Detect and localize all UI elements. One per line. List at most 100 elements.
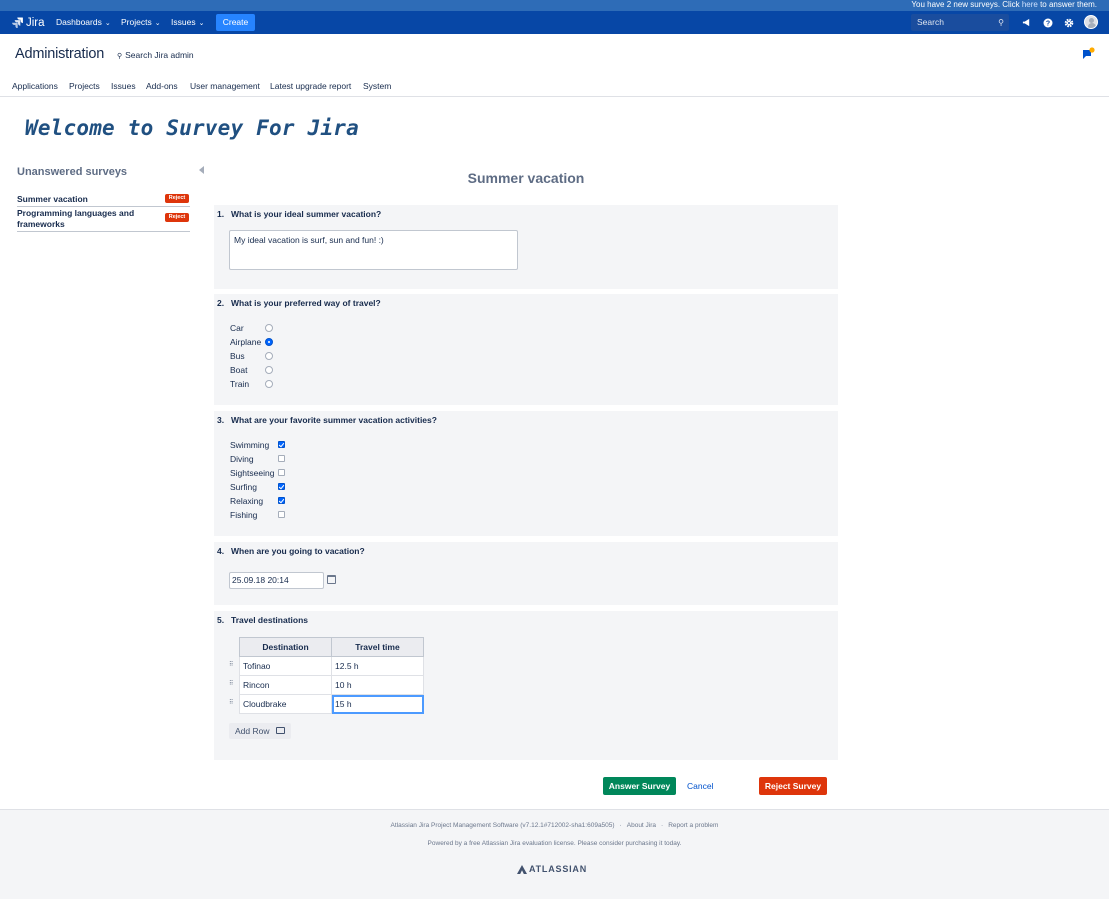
question-number: 2. xyxy=(217,298,225,308)
column-header-destination: Destination xyxy=(239,637,332,657)
search-placeholder: Search xyxy=(917,17,944,27)
help-icon-svg: ? xyxy=(1043,18,1052,27)
question-number: 1. xyxy=(217,209,225,219)
question-3: 3. What are your favorite summer vacation… xyxy=(214,411,838,536)
footer-about[interactable]: About Jira xyxy=(627,822,656,829)
calendar-icon[interactable] xyxy=(327,575,336,584)
announcement-bar: You have 2 new surveys. Click here to an… xyxy=(0,0,1109,11)
jira-logo[interactable]: Jira xyxy=(12,16,45,29)
question-text: What are your favorite summer vacation a… xyxy=(231,415,437,425)
checkbox-label-swimming: Swimming xyxy=(230,440,270,450)
search-icon: ⚲ xyxy=(117,53,123,60)
tab-user-management[interactable]: User management xyxy=(190,81,260,91)
radio-label-car: Car xyxy=(230,323,244,333)
question-title: 1. What is your ideal summer vacation? xyxy=(217,209,381,219)
svg-text:?: ? xyxy=(1045,20,1049,27)
radio-label-train: Train xyxy=(230,379,250,389)
nav-projects-label: Projects xyxy=(121,17,152,27)
cell-destination[interactable]: Rincon xyxy=(239,675,332,695)
reject-badge[interactable]: Reject xyxy=(165,213,189,222)
jira-logo-text: Jira xyxy=(26,16,45,29)
destinations-table: Destination Travel time Tofinao 12.5 h R… xyxy=(239,637,424,714)
radio-airplane[interactable] xyxy=(265,338,273,346)
cell-destination[interactable]: Tofinao xyxy=(239,656,332,676)
radio-car[interactable] xyxy=(265,324,273,332)
tab-system[interactable]: System xyxy=(363,81,391,91)
radio-bus[interactable] xyxy=(265,352,273,360)
cell-travel-time[interactable]: 10 h xyxy=(331,675,424,695)
nav-dashboards[interactable]: Dashboards ⌄ xyxy=(56,11,111,34)
checkbox-sightseeing[interactable] xyxy=(278,469,285,476)
checkbox-label-relaxing: Relaxing xyxy=(230,496,264,506)
sidebar-item-label: Summer vacation xyxy=(17,194,88,204)
gear-icon[interactable] xyxy=(1062,16,1075,29)
sidebar-item-programming-languages[interactable]: Programming languages and frameworks Rej… xyxy=(17,208,190,232)
drag-handle-icon[interactable]: ⠿ xyxy=(229,680,233,687)
column-header-travel-time: Travel time xyxy=(331,637,424,657)
tab-add-ons[interactable]: Add-ons xyxy=(146,81,178,91)
reject-survey-button[interactable]: Reject Survey xyxy=(759,777,827,795)
create-button[interactable]: Create xyxy=(216,14,255,31)
admin-search-link[interactable]: ⚲ Search Jira admin xyxy=(117,50,194,60)
question-title: 3. What are your favorite summer vacation… xyxy=(217,415,437,425)
table-row: Rincon 10 h xyxy=(239,675,424,695)
chevron-down-icon: ⌄ xyxy=(198,20,205,27)
tab-projects[interactable]: Projects xyxy=(69,81,100,91)
checkbox-label-diving: Diving xyxy=(230,454,254,464)
drag-handle-icon[interactable]: ⠿ xyxy=(229,699,233,706)
nav-projects[interactable]: Projects ⌄ xyxy=(121,11,161,34)
megaphone-icon[interactable] xyxy=(1020,16,1033,29)
announcement-link[interactable]: here xyxy=(1022,0,1038,9)
tab-applications[interactable]: Applications xyxy=(12,81,58,91)
question-1: 1. What is your ideal summer vacation? My… xyxy=(214,205,838,289)
help-icon[interactable]: ? xyxy=(1041,16,1054,29)
chevron-down-icon: ⌄ xyxy=(154,20,161,27)
avatar[interactable] xyxy=(1084,15,1098,29)
question-4: 4. When are you going to vacation? 25.09.… xyxy=(214,542,838,605)
atlassian-logo[interactable]: ATLASSIAN xyxy=(517,864,587,874)
radio-boat[interactable] xyxy=(265,366,273,374)
cell-travel-time-active[interactable]: 15 h xyxy=(331,694,424,714)
date-input[interactable]: 25.09.18 20:14 xyxy=(229,572,324,589)
footer-license: Powered by a free Atlassian Jira evaluat… xyxy=(427,840,682,847)
welcome-heading: Welcome to Survey For Jira xyxy=(25,116,359,140)
checkbox-label-surfing: Surfing xyxy=(230,482,257,492)
checkbox-swimming[interactable] xyxy=(278,441,285,448)
sidebar-heading: Unanswered surveys xyxy=(17,166,128,178)
tab-issues[interactable]: Issues xyxy=(111,81,136,91)
jira-logo-icon xyxy=(12,17,23,28)
chat-notification-icon[interactable] xyxy=(1082,47,1095,59)
nav-issues-label: Issues xyxy=(171,17,196,27)
footer-version[interactable]: Atlassian Jira Project Management Softwa… xyxy=(391,822,615,829)
question-text: What is your ideal summer vacation? xyxy=(231,209,382,219)
table-header-row: Destination Travel time xyxy=(239,637,424,657)
checkbox-fishing[interactable] xyxy=(278,511,285,518)
cancel-link[interactable]: Cancel xyxy=(687,781,713,791)
answer-survey-button[interactable]: Answer Survey xyxy=(603,777,676,795)
footer-report[interactable]: Report a problem xyxy=(668,822,718,829)
nav-dashboards-label: Dashboards xyxy=(56,17,102,27)
tab-latest-upgrade-report[interactable]: Latest upgrade report xyxy=(270,81,351,91)
question-text: Travel destinations xyxy=(231,615,308,625)
collapse-sidebar-icon[interactable] xyxy=(199,166,204,174)
drag-handle-icon[interactable]: ⠿ xyxy=(229,661,233,668)
checkbox-relaxing[interactable] xyxy=(278,497,285,504)
question-text: When are you going to vacation? xyxy=(231,546,365,556)
cell-destination[interactable]: Cloudbrake xyxy=(239,694,332,714)
radio-train[interactable] xyxy=(265,380,273,388)
checkbox-diving[interactable] xyxy=(278,455,285,462)
question-title: 2. What is your preferred way of travel? xyxy=(217,298,381,308)
survey-title: Summer vacation xyxy=(467,170,585,186)
add-row-button[interactable]: Add Row xyxy=(229,723,291,739)
atlassian-logo-icon xyxy=(517,864,527,874)
radio-label-bus: Bus xyxy=(230,351,245,361)
atlassian-logo-text: ATLASSIAN xyxy=(529,864,588,874)
cell-travel-time[interactable]: 12.5 h xyxy=(331,656,424,676)
question-number: 4. xyxy=(217,546,225,556)
sidebar-item-summer-vacation[interactable]: Summer vacation Reject xyxy=(17,194,190,207)
checkbox-surfing[interactable] xyxy=(278,483,285,490)
answer-textarea[interactable]: My ideal vacation is surf, sun and fun! … xyxy=(229,230,518,270)
search-input[interactable]: Search ⚲ xyxy=(911,14,1009,31)
reject-badge[interactable]: Reject xyxy=(165,194,189,203)
nav-issues[interactable]: Issues ⌄ xyxy=(171,11,204,34)
